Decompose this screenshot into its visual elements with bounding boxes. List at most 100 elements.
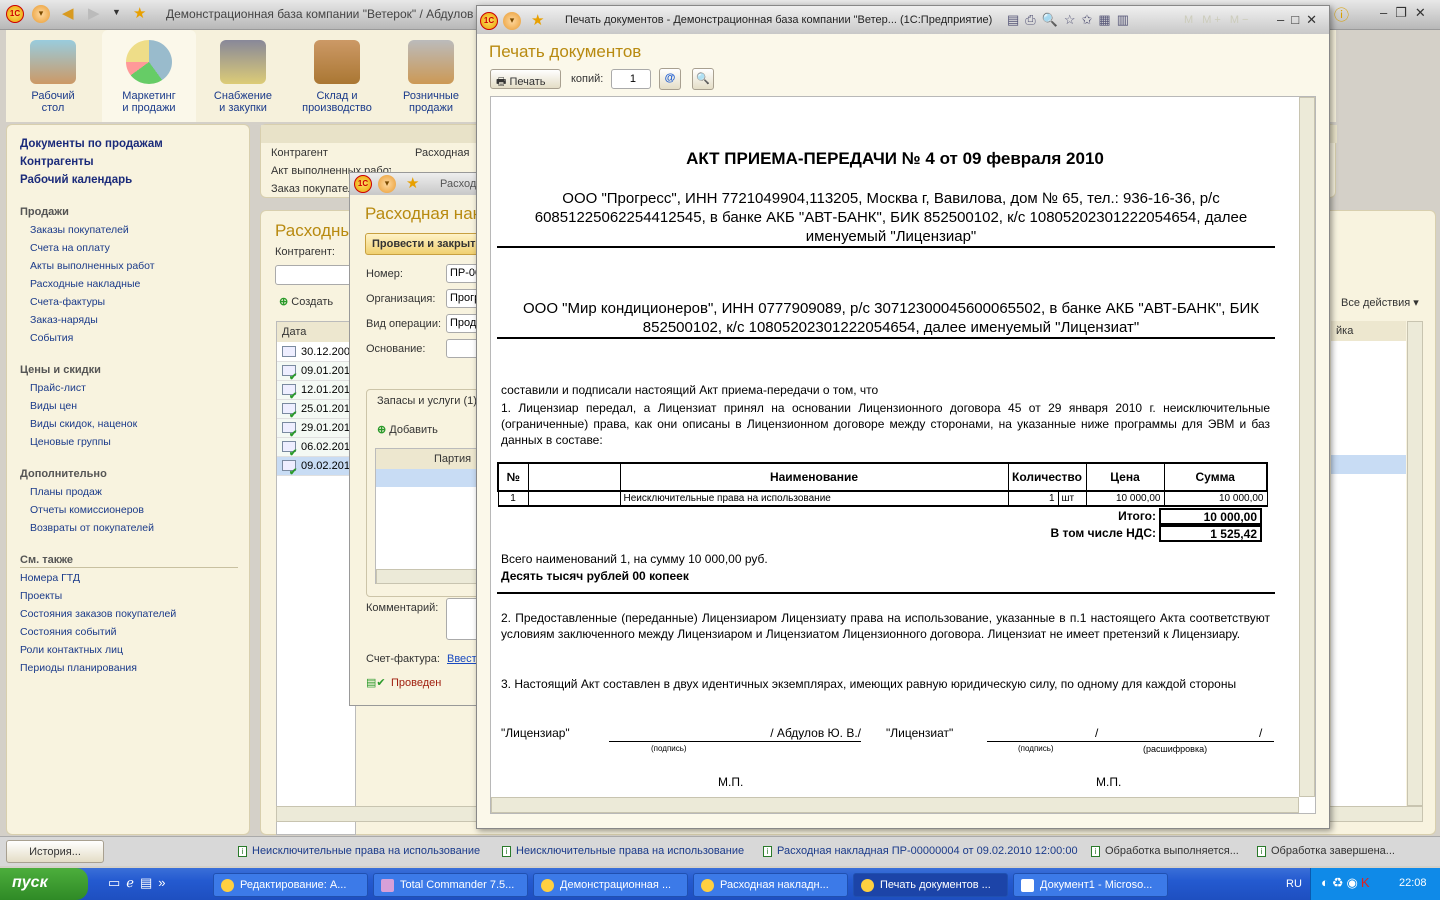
table-row[interactable]: ✔ 12.01.2010 (277, 381, 356, 402)
favorites-star-icon[interactable]: ★ (133, 4, 146, 22)
window-controls[interactable]: ‒❐✕ (1380, 5, 1434, 21)
window-controls[interactable]: ‒□✕ (1277, 12, 1324, 28)
memory-buttons[interactable]: M M+ M− (1184, 14, 1251, 26)
nav-item[interactable]: Номера ГТД (20, 572, 80, 584)
nav-work-calendar[interactable]: Рабочий календарь (20, 174, 132, 186)
nav-item[interactable]: Роли контактных лиц (20, 644, 123, 656)
section-supply[interactable]: Снабжение и закупки (196, 30, 290, 122)
table-row-selected[interactable] (376, 469, 488, 487)
desk-lamp-icon (30, 40, 76, 84)
quick-launch-icons[interactable]: ▭ℯ▤» (108, 875, 172, 891)
status-message[interactable]: i Неисключительные права на использование (502, 845, 744, 857)
print-documents-window: 1С ▾ ★ Печать документов - Демонстрацион… (476, 5, 1330, 829)
total-value: 10 000,00 (1159, 508, 1262, 525)
nav-item[interactable]: Отчеты комиссионеров (30, 504, 144, 516)
back-icon[interactable]: ◀ (62, 4, 74, 22)
email-icon[interactable]: @ (659, 68, 681, 90)
nav-item[interactable]: Состояния событий (20, 626, 116, 638)
print-button[interactable]: 🖶 Печать (490, 69, 561, 89)
vertical-scrollbar[interactable] (1299, 97, 1315, 797)
system-tray: ◐♻◉K 22:08 (1310, 868, 1440, 900)
taskbar-item[interactable]: Документ1 - Microso... (1013, 873, 1168, 897)
create-link[interactable]: Заказ покупателя (271, 183, 360, 195)
start-button[interactable]: пуск (0, 868, 88, 900)
status-message[interactable]: i Расходная накладная ПР-00000004 от 09.0… (763, 845, 1078, 857)
create-link[interactable]: Контрагент (271, 147, 328, 159)
table-right-part (1331, 341, 1406, 806)
status-message[interactable]: i Неисключительные права на использование (238, 845, 480, 857)
menu-icon[interactable]: ▾ (503, 12, 521, 30)
nav-item[interactable]: Проекты (20, 590, 62, 602)
tab-goods-services[interactable]: Запасы и услуги (1) (377, 395, 477, 407)
tray-icons[interactable]: ◐♻◉K (1321, 875, 1373, 891)
comment-label: Комментарий: (366, 602, 439, 614)
horizontal-scrollbar[interactable] (491, 797, 1299, 813)
column-date[interactable]: Дата (277, 322, 355, 342)
nav-item[interactable]: Виды цен (30, 400, 77, 412)
favorites-star-icon[interactable]: ★ (531, 11, 544, 29)
nav-item[interactable]: Виды скидок, наценок (30, 418, 137, 430)
section-marketing[interactable]: Маркетинг и продажи (102, 30, 196, 122)
taskbar-item[interactable]: Редактирование: А... (213, 873, 368, 897)
nav-item[interactable]: Расходные накладные (30, 278, 140, 290)
add-button[interactable]: ⊕ Добавить (377, 423, 438, 436)
column-header[interactable]: йка (1331, 321, 1406, 341)
taskbar-item[interactable]: Total Commander 7.5... (373, 873, 528, 897)
items-table: № Наименование Количество Цена Сумма 1 Н… (497, 462, 1268, 507)
1c-logo-icon[interactable]: 1С (480, 12, 498, 30)
section-warehouse[interactable]: Склад и производство (290, 30, 384, 122)
section-desktop[interactable]: Рабочий стол (6, 30, 100, 122)
preview-magnifier-icon[interactable]: 🔍 (692, 68, 714, 90)
table-row-selected[interactable]: ✔ 09.02.2010 (277, 457, 356, 478)
section-retail[interactable]: Розничные продажи (384, 30, 478, 122)
create-link[interactable]: Расходная (415, 147, 469, 159)
1c-logo-icon[interactable]: 1С (6, 5, 24, 23)
create-button[interactable]: ⊕ Создать (279, 295, 333, 308)
taskbar-item[interactable]: Расходная накладн... (693, 873, 848, 897)
taskbar-item-active[interactable]: Печать документов ... (853, 873, 1008, 897)
table-row[interactable]: ✔ 06.02.2010 (277, 438, 356, 459)
nav-item[interactable]: Планы продаж (30, 486, 102, 498)
copies-stepper[interactable]: 1 (611, 69, 651, 89)
nav-item[interactable]: Возвраты от покупателей (30, 522, 154, 534)
table-row[interactable]: 30.12.2009 (277, 343, 356, 362)
nav-item[interactable]: Счета-фактуры (30, 296, 105, 308)
nav-item[interactable]: Ценовые группы (30, 436, 111, 448)
licensor-sign-label: "Лицензиар" (501, 726, 570, 740)
nav-counterparties[interactable]: Контрагенты (20, 156, 94, 168)
column-party[interactable]: Партия (434, 453, 471, 465)
status-message[interactable]: i Обработка завершена... (1257, 845, 1395, 857)
main-menu-icon[interactable]: ▾ (32, 5, 50, 23)
history-button[interactable]: История... (6, 840, 104, 863)
favorites-star-icon[interactable]: ★ (406, 174, 419, 192)
nav-item[interactable]: Периоды планирования (20, 662, 137, 674)
status-message[interactable]: i Обработка выполняется... (1091, 845, 1239, 857)
1c-logo-icon[interactable]: 1С (354, 175, 372, 193)
vat-value: 1 525,42 (1159, 525, 1262, 542)
nav-item[interactable]: Заказы покупателей (30, 224, 129, 236)
info-icon[interactable]: ⓘ (1334, 4, 1349, 25)
forward-icon[interactable]: ▶ (88, 4, 100, 22)
nav-item[interactable]: События (30, 332, 73, 344)
nav-sales-documents[interactable]: Документы по продажам (20, 138, 163, 150)
horizontal-scrollbar[interactable] (376, 569, 488, 584)
language-indicator[interactable]: RU (1286, 878, 1302, 890)
see-also-title: См. также (20, 554, 73, 566)
counterparty-filter-input[interactable] (275, 265, 355, 285)
table-row[interactable]: ✔ 09.01.2010 (277, 362, 356, 383)
1c-icon (861, 879, 874, 892)
vertical-scrollbar[interactable] (1407, 321, 1423, 806)
toolbar-icons[interactable]: ▤⎙🔍☆✩▦▥ (1007, 12, 1135, 28)
nav-item[interactable]: Состояния заказов покупателей (20, 608, 176, 620)
table-row[interactable]: ✔ 29.01.2010 (277, 419, 356, 440)
nav-item[interactable]: Заказ-наряды (30, 314, 98, 326)
menu-icon[interactable]: ▾ (378, 175, 396, 193)
nav-item[interactable]: Счета на оплату (30, 242, 110, 254)
history-dropdown-icon[interactable]: ▼ (112, 7, 121, 17)
all-actions-button[interactable]: Все действия ▾ (1341, 296, 1419, 309)
taskbar-item[interactable]: Демонстрационная ... (533, 873, 688, 897)
nav-item[interactable]: Акты выполненных работ (30, 260, 155, 272)
table-row[interactable]: ✔ 25.01.2010 (277, 400, 356, 421)
col-name: Наименование (619, 462, 1009, 492)
nav-item[interactable]: Прайс-лист (30, 382, 86, 394)
